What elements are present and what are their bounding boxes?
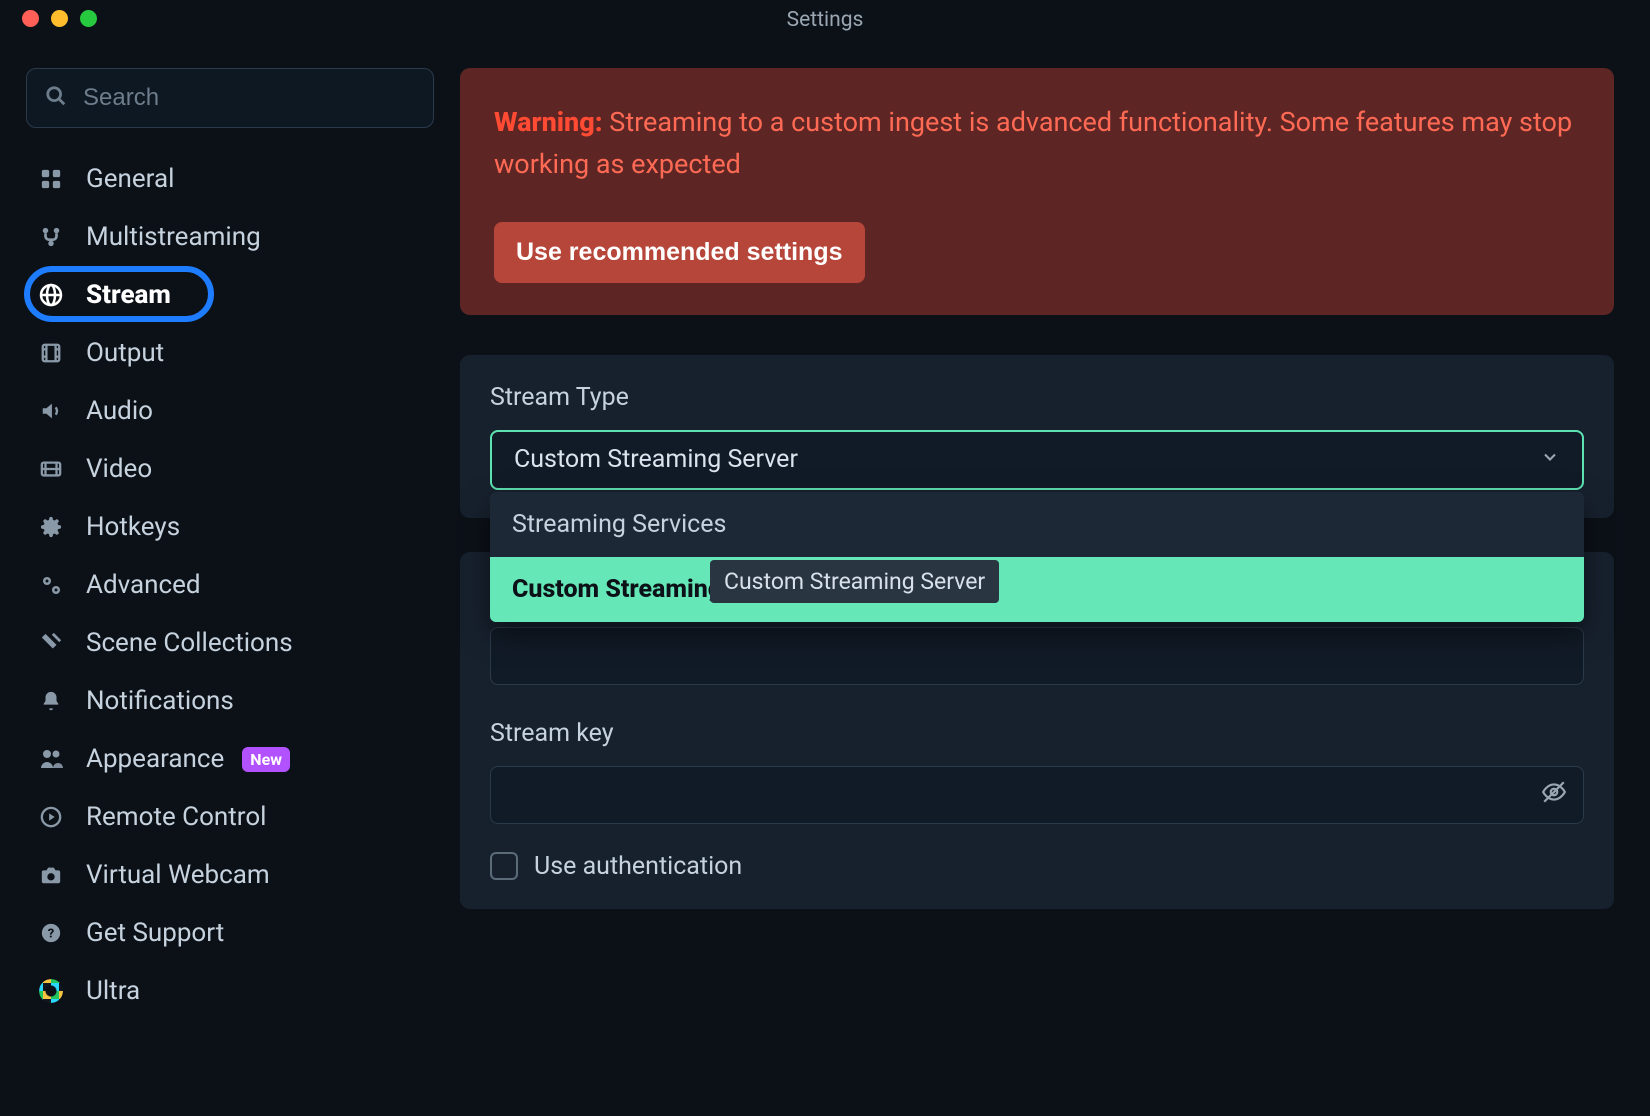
sidebar-item-scene-collections[interactable]: Scene Collections: [26, 618, 434, 668]
sidebar-item-label: Output: [86, 338, 164, 368]
use-authentication-checkbox[interactable]: [490, 852, 518, 880]
search-container[interactable]: [26, 68, 434, 128]
eye-off-icon[interactable]: [1541, 779, 1567, 811]
sidebar-item-label: Stream: [86, 280, 171, 310]
warning-prefix: Warning:: [494, 106, 603, 138]
warning-banner: Warning: Streaming to a custom ingest is…: [460, 68, 1614, 315]
stream-key-label: Stream key: [490, 719, 1584, 748]
sidebar: General Multistreaming Stream Output: [0, 40, 460, 1116]
window-controls: [22, 10, 97, 27]
use-authentication-label: Use authentication: [534, 852, 742, 881]
help-icon: ?: [34, 922, 68, 944]
sidebar-item-label: Video: [86, 454, 152, 484]
sidebar-item-advanced[interactable]: Advanced: [26, 560, 434, 610]
people-icon: [34, 747, 68, 771]
sidebar-item-label: Virtual Webcam: [86, 860, 270, 890]
sidebar-item-general[interactable]: General: [26, 154, 434, 204]
stream-key-input[interactable]: [507, 781, 1541, 809]
window-title: Settings: [787, 8, 864, 32]
sidebar-item-label: Remote Control: [86, 802, 267, 832]
chevron-down-icon: [1540, 447, 1560, 473]
camera-icon: [34, 864, 68, 886]
stream-type-value: Custom Streaming Server: [514, 445, 798, 474]
maximize-window-button[interactable]: [80, 10, 97, 27]
gears-icon: [34, 573, 68, 597]
sidebar-item-label: General: [86, 164, 174, 194]
sidebar-item-audio[interactable]: Audio: [26, 386, 434, 436]
sidebar-item-stream[interactable]: Stream: [26, 270, 434, 320]
stream-type-tooltip: Custom Streaming Server: [710, 560, 999, 603]
minimize-window-button[interactable]: [51, 10, 68, 27]
sidebar-item-hotkeys[interactable]: Hotkeys: [26, 502, 434, 552]
stream-type-dropdown: Streaming Services Custom Streaming Serv…: [490, 492, 1584, 622]
sidebar-item-label: Hotkeys: [86, 512, 180, 542]
stream-type-option-streaming-services[interactable]: Streaming Services: [490, 492, 1584, 557]
stream-type-option-custom-streaming-server[interactable]: Custom Streaming Server: [490, 557, 1584, 622]
warning-message: Streaming to a custom ingest is advanced…: [494, 106, 1572, 180]
speaker-icon: [34, 400, 68, 422]
sidebar-item-multistreaming[interactable]: Multistreaming: [26, 212, 434, 262]
sidebar-item-label: Notifications: [86, 686, 234, 716]
search-icon: [45, 85, 67, 111]
bell-icon: [34, 690, 68, 712]
main-content: Warning: Streaming to a custom ingest is…: [460, 40, 1650, 1116]
sidebar-item-ultra[interactable]: Ultra: [26, 966, 434, 1016]
sidebar-item-label: Multistreaming: [86, 222, 261, 252]
play-icon: [34, 806, 68, 828]
close-window-button[interactable]: [22, 10, 39, 27]
url-input[interactable]: [507, 642, 1567, 670]
use-authentication-row[interactable]: Use authentication: [490, 852, 1584, 881]
sidebar-item-appearance[interactable]: Appearance New: [26, 734, 434, 784]
sidebar-item-label: Audio: [86, 396, 153, 426]
search-input[interactable]: [81, 83, 415, 113]
layers-icon: [34, 632, 68, 654]
new-badge: New: [242, 747, 290, 772]
ultra-icon: [34, 979, 68, 1003]
gear-icon: [34, 516, 68, 538]
stream-type-card: Stream Type Custom Streaming Server Stre…: [460, 355, 1614, 518]
sidebar-item-label: Scene Collections: [86, 628, 293, 658]
warning-text: Warning: Streaming to a custom ingest is…: [494, 102, 1580, 186]
sidebar-item-output[interactable]: Output: [26, 328, 434, 378]
sidebar-item-remote-control[interactable]: Remote Control: [26, 792, 434, 842]
sidebar-item-virtual-webcam[interactable]: Virtual Webcam: [26, 850, 434, 900]
sidebar-item-get-support[interactable]: ? Get Support: [26, 908, 434, 958]
sidebar-item-label: Appearance: [86, 744, 224, 774]
sidebar-item-label: Ultra: [86, 976, 140, 1006]
fork-icon: [34, 226, 68, 248]
stream-type-label: Stream Type: [490, 383, 1584, 412]
use-recommended-settings-button[interactable]: Use recommended settings: [494, 222, 865, 283]
url-input-container[interactable]: [490, 627, 1584, 685]
sidebar-item-label: Advanced: [86, 570, 201, 600]
globe-icon: [34, 283, 68, 307]
sidebar-item-notifications[interactable]: Notifications: [26, 676, 434, 726]
stream-type-select[interactable]: Custom Streaming Server: [490, 430, 1584, 490]
grid-icon: [34, 168, 68, 190]
sidebar-item-label: Get Support: [86, 918, 224, 948]
film-icon: [34, 342, 68, 364]
stream-key-input-container[interactable]: [490, 766, 1584, 824]
sidebar-item-video[interactable]: Video: [26, 444, 434, 494]
titlebar: Settings: [0, 0, 1650, 40]
svg-text:?: ?: [48, 927, 55, 942]
film-icon: [34, 458, 68, 480]
